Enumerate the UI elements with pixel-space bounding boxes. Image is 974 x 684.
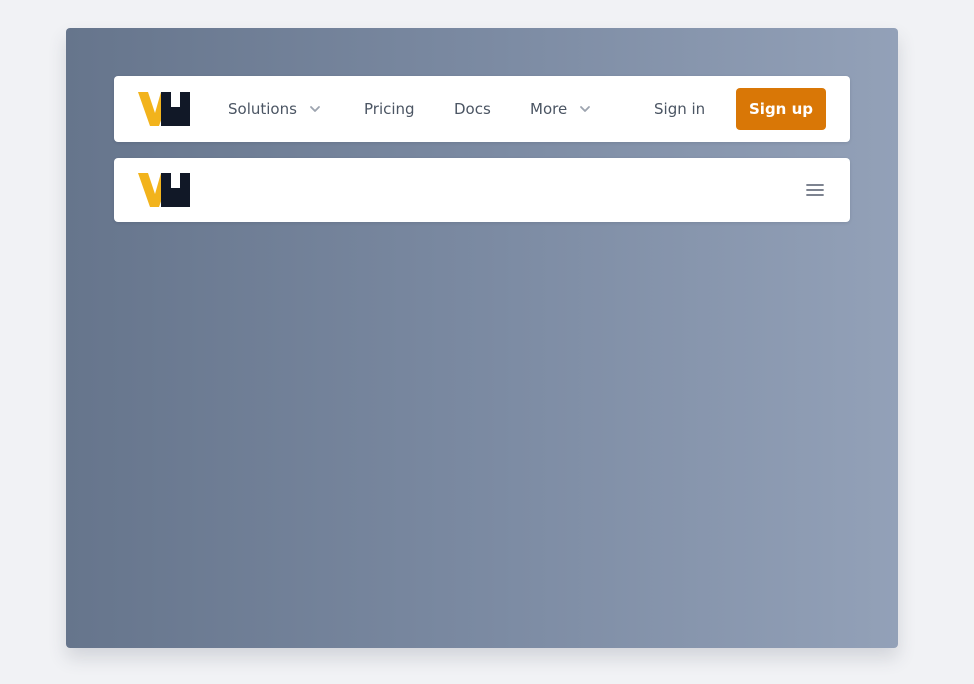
- preview-canvas: Solutions Pricing Docs More Sign in Sign…: [66, 28, 898, 648]
- mobile-navbar: [114, 158, 850, 222]
- brand-logo[interactable]: [138, 173, 190, 207]
- pricing-label: Pricing: [364, 99, 415, 118]
- more-menu[interactable]: More: [530, 76, 591, 142]
- desktop-navbar: Solutions Pricing Docs More Sign in Sign…: [114, 76, 850, 142]
- docs-label: Docs: [454, 99, 491, 118]
- solutions-label: Solutions: [228, 99, 297, 118]
- sign-in-link[interactable]: Sign in: [654, 76, 705, 142]
- solutions-menu[interactable]: Solutions: [228, 76, 321, 142]
- chevron-down-icon: [579, 103, 591, 115]
- docs-link[interactable]: Docs: [454, 76, 491, 142]
- hamburger-menu-icon[interactable]: [804, 179, 826, 201]
- sign-up-button[interactable]: Sign up: [736, 88, 826, 130]
- pricing-link[interactable]: Pricing: [364, 76, 415, 142]
- more-label: More: [530, 99, 568, 118]
- chevron-down-icon: [309, 103, 321, 115]
- brand-logo[interactable]: [138, 92, 190, 126]
